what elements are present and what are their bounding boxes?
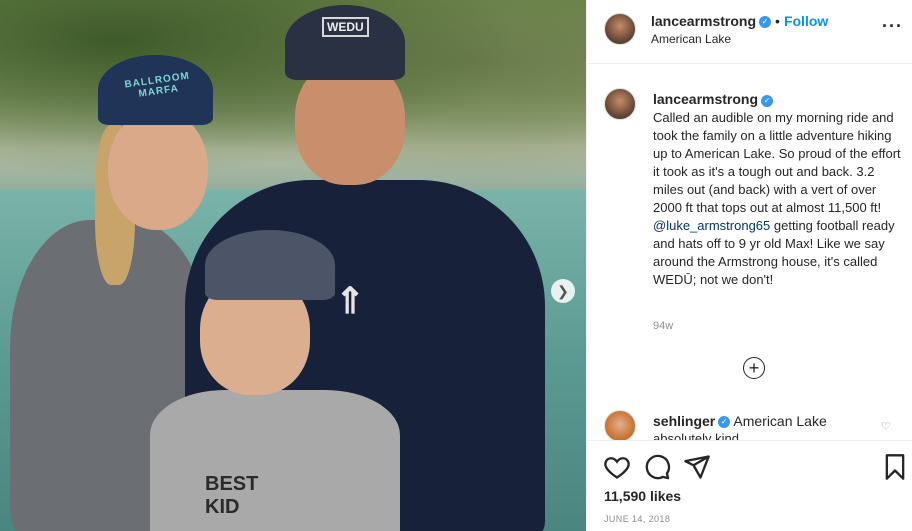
post-photo[interactable]: BALLROOM MARFA WEDU ⇑ BEST KID ❯ [0, 0, 586, 531]
caption-username[interactable]: lancearmstrong [653, 91, 758, 107]
boy-cap [205, 230, 335, 300]
like-count[interactable]: 11,590 likes [604, 488, 681, 504]
comment-icon[interactable] [643, 453, 671, 481]
post-side-panel: lancearmstrong ✓ • Follow American Lake ···… [586, 0, 912, 531]
bookmark-icon[interactable] [881, 453, 909, 481]
post-actions-bar: 11,590 likes JUNE 14, 2018 [587, 440, 912, 531]
commenter-avatar[interactable] [604, 410, 636, 440]
caption-timestamp[interactable]: 94w [653, 320, 673, 332]
more-horizontal-icon[interactable]: ··· [882, 16, 903, 37]
verified-badge-icon: ✓ [718, 416, 731, 429]
separator-dot: • [775, 13, 780, 29]
man-cap-logo: WEDU [322, 17, 369, 37]
shirt-arrow-graphic: ⇑ [335, 280, 366, 321]
caption-body-part1: Called an audible on my morning ride and… [653, 110, 901, 215]
heart-icon[interactable] [603, 453, 631, 481]
chevron-right-icon[interactable]: ❯ [551, 279, 575, 303]
author-avatar[interactable] [604, 13, 636, 45]
comment-text-continued: absolutely kind [653, 431, 739, 440]
share-icon[interactable] [683, 453, 711, 481]
verified-badge-icon: ✓ [759, 16, 772, 29]
verified-badge-icon: ✓ [761, 94, 774, 107]
post-header: lancearmstrong ✓ • Follow American Lake ··· [587, 0, 912, 64]
author-username[interactable]: lancearmstrong [651, 13, 756, 29]
comment-like-heart-icon[interactable]: ♡ [881, 420, 891, 433]
follow-button[interactable]: Follow [784, 13, 828, 29]
plus-circle-icon[interactable]: + [743, 357, 765, 379]
caption-mention-link[interactable]: @luke_armstrong65 [653, 218, 770, 233]
commenter-username[interactable]: sehlinger [653, 413, 715, 429]
comment-text: American Lake [733, 413, 827, 429]
post-date[interactable]: JUNE 14, 2018 [604, 514, 670, 524]
comment-item: sehlinger ✓ American Lake absolutely kind [604, 410, 904, 440]
caption-author-avatar[interactable] [604, 88, 636, 120]
boy-shirt-text: BEST KID [205, 473, 259, 518]
caption-text: lancearmstrong ✓ Called an audible on my … [653, 90, 903, 289]
woman-face [108, 110, 208, 230]
location-link[interactable]: American Lake [651, 32, 731, 46]
